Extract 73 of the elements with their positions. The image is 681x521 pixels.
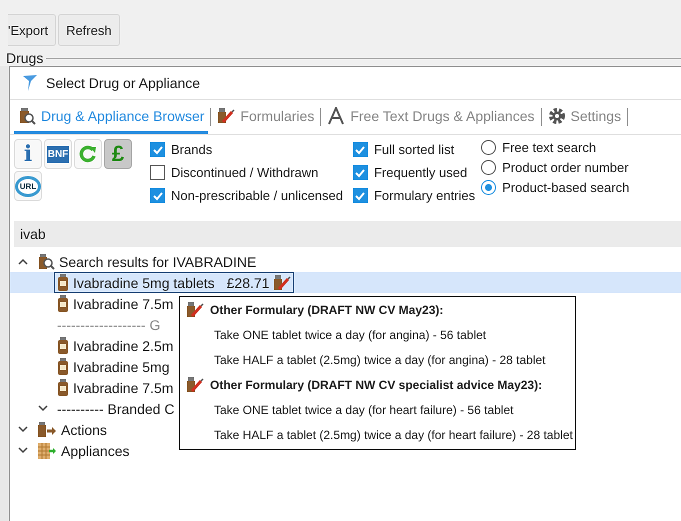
price-text: £28.71 [226, 274, 270, 290]
dosage-text: Take HALF a tablet (2.5mg) twice a day (for heart failure) - 28 tablet [213, 426, 573, 444]
tree-item-label[interactable]: ---------- Branded C [57, 400, 174, 416]
tree-item-label[interactable]: Ivabradine 2.5m [73, 338, 174, 354]
funnel-icon [22, 74, 38, 92]
search-field[interactable]: ivab [14, 221, 681, 247]
dosage-text: Take HALF a tablet (2.5mg) twice a day (for angina) - 28 tablet [213, 352, 546, 368]
selected-item-frame[interactable]: Ivabradine 5mg tablets £28.71 [54, 272, 294, 293]
checkbox[interactable] [150, 188, 165, 203]
tool-button[interactable]: i [14, 139, 42, 169]
radio-label[interactable]: Product order number [502, 160, 629, 175]
check-mark-icon [354, 190, 366, 202]
bottle-arrow-icon [37, 420, 57, 438]
tree-item-label[interactable]: Ivabradine 5mg [73, 358, 170, 374]
check-mark-icon [152, 144, 164, 156]
checkbox-label[interactable]: Brands [171, 142, 212, 157]
bottle-icon [57, 294, 69, 312]
group-label: Drugs [6, 50, 44, 66]
radio-label[interactable]: Free text search [502, 140, 596, 155]
bottle-icon [57, 336, 69, 354]
syringe-icon [217, 106, 236, 124]
tool-button[interactable]: BNF [44, 139, 72, 169]
tab[interactable]: Formularies [213, 100, 318, 134]
dialog-title: Select Drug or Appliance [46, 75, 200, 91]
bottle-icon [57, 358, 69, 376]
search-results-icon [37, 252, 55, 270]
toolbar-button[interactable]: 'Export [8, 14, 56, 46]
tool-button[interactable] [74, 139, 102, 169]
dosage-text: Take ONE tablet twice a day (for heart failure) - 56 tablet [213, 402, 514, 418]
checkbox[interactable] [352, 165, 368, 180]
checkbox-label[interactable]: Non-prescribable / unlicensed [171, 188, 343, 203]
grid-arrow-icon [37, 442, 57, 460]
syringe-icon [186, 376, 204, 394]
checkbox-label[interactable]: Full sorted list [374, 142, 454, 157]
letter-a-icon [327, 106, 346, 124]
checkbox[interactable] [150, 165, 165, 180]
refresh-icon [78, 144, 98, 164]
checkbox-label[interactable]: Discontinued / Withdrawn [171, 165, 318, 180]
radio-button[interactable] [481, 160, 496, 175]
checkbox[interactable] [150, 142, 165, 157]
check-mark-icon [354, 144, 366, 156]
bottle-icon [57, 274, 69, 292]
tree-item-label[interactable]: Ivabradine 7.5m [73, 296, 174, 312]
tab[interactable]: Settings [544, 100, 626, 134]
formulary-heading: Other Formulary (DRAFT NW CV specialist advice May23): [210, 378, 542, 392]
tab[interactable]: Free Text Drugs & Appliances [323, 100, 538, 134]
checkbox[interactable] [352, 142, 368, 157]
toolbar-button[interactable]: Refresh [58, 14, 120, 46]
tree-item-label[interactable]: Ivabradine 7.5m [73, 380, 174, 396]
dosage-text: Take ONE tablet twice a day (for angina) - 56 tablet [213, 326, 488, 344]
radio-label[interactable]: Product-based search [502, 180, 630, 195]
radio-button[interactable] [481, 180, 496, 195]
formulary-heading: Other Formulary (DRAFT NW CV May23): [210, 302, 444, 316]
tool-button[interactable]: URL [14, 171, 42, 201]
bottle-icon [57, 378, 69, 396]
tree-item-label[interactable]: Actions [61, 422, 107, 438]
expand-caret-icon[interactable] [38, 405, 48, 412]
bottle-search-icon [18, 106, 36, 124]
tree-item-label[interactable]: Ivabradine 5mg tablets [73, 274, 215, 290]
tree-item-label[interactable]: Appliances [61, 442, 130, 458]
tree-item-label[interactable]: Search results for IVABRADINE [59, 254, 256, 270]
separator-label[interactable]: ------------------- G [57, 316, 160, 332]
expand-caret-icon[interactable] [18, 447, 28, 454]
syringe-icon [186, 300, 204, 318]
checkbox-label[interactable]: Formulary entries [374, 188, 476, 203]
check-mark-icon [152, 190, 164, 202]
expand-caret-icon[interactable] [18, 426, 28, 433]
check-mark-icon [354, 166, 366, 178]
checkbox-label[interactable]: Frequently used [374, 165, 468, 180]
gear-icon [548, 106, 566, 124]
collapse-caret-icon[interactable] [18, 258, 28, 265]
checkbox[interactable] [352, 188, 368, 203]
radio-button[interactable] [481, 140, 496, 155]
